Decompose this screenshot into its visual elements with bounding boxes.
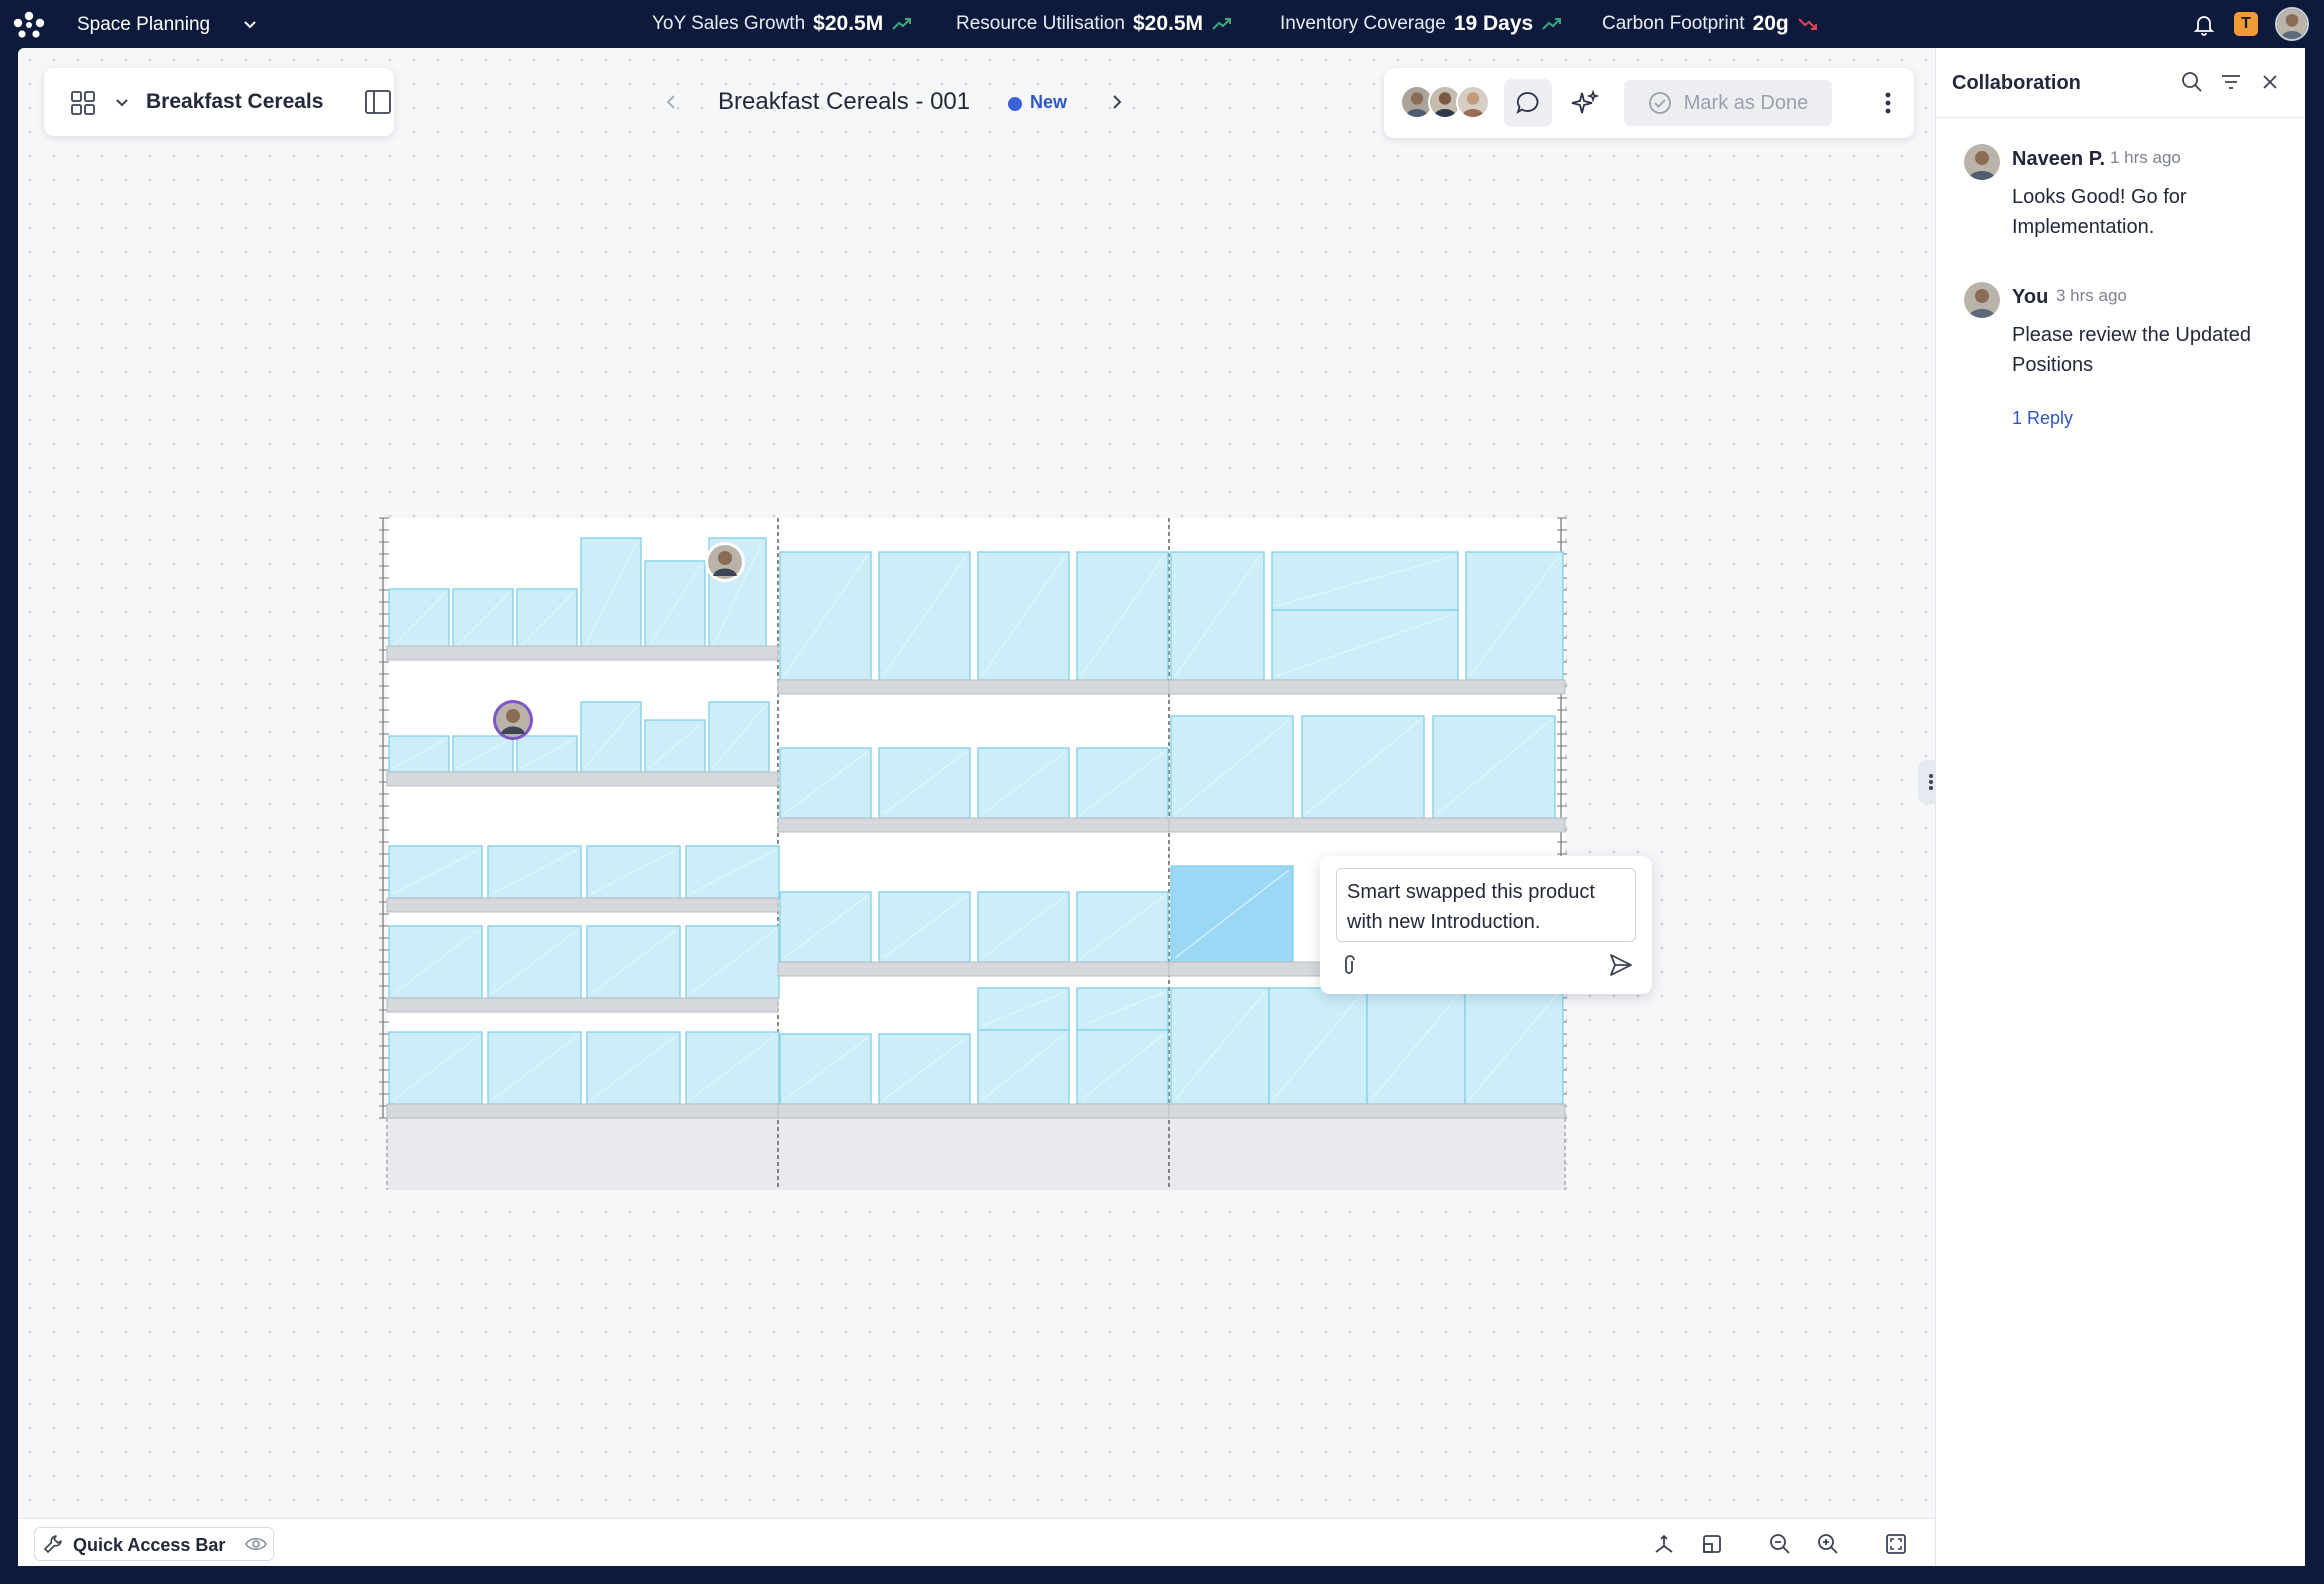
frame-icon[interactable] <box>1700 1532 1724 1556</box>
status-badge: New <box>1030 92 1068 112</box>
category-title[interactable]: Breakfast Cereals <box>146 90 323 114</box>
zoom-out-icon[interactable] <box>1768 1532 1792 1556</box>
comment-body: Please review the Updated Positions <box>2012 324 2252 376</box>
comment-input[interactable]: Smart swapped this product with new Intr… <box>1336 868 1636 942</box>
planogram-fixture[interactable] <box>373 466 1598 1196</box>
kpi-label: Resource Utilisation <box>956 13 1125 34</box>
document-title: Breakfast Cereals - 001 <box>718 88 971 115</box>
kpi-resource-utilisation: Resource Utilisation $20.5M <box>956 12 1233 36</box>
comment-author: You <box>2012 286 2049 308</box>
trend-up-icon <box>892 18 912 30</box>
shelf <box>386 1103 779 1119</box>
reply-link[interactable]: 1 Reply <box>2012 408 2073 429</box>
category-card: Breakfast Cereals <box>44 68 394 136</box>
send-icon[interactable] <box>1608 952 1634 978</box>
quick-access-bar-label: Quick Access Bar <box>73 1535 226 1555</box>
mark-as-done-label: Mark as Done <box>1683 91 1809 114</box>
close-icon[interactable] <box>2258 70 2282 94</box>
app-logo-icon[interactable] <box>12 10 46 38</box>
collaboration-header: Collaboration <box>1936 48 2306 118</box>
shelf <box>777 679 1170 695</box>
bottom-toolbar: Quick Access Bar <box>18 1518 1935 1566</box>
avatar-face <box>506 709 520 723</box>
more-options-icon[interactable] <box>1874 88 1902 118</box>
kpi-label: Inventory Coverage <box>1280 13 1446 34</box>
actions-card: Mark as Done <box>1384 68 1914 138</box>
avatar <box>1964 282 2000 318</box>
kpi-value: 20g <box>1752 12 1789 35</box>
kpi-carbon-footprint: Carbon Footprint 20g <box>1602 12 1819 36</box>
planogram-canvas[interactable]: Breakfast Cereals Breakfast Cereals - 00… <box>18 48 1935 1566</box>
tenant-badge[interactable]: T <box>2234 12 2258 36</box>
comment-icon <box>1516 92 1539 115</box>
shelf <box>1168 679 1566 695</box>
shelf <box>386 897 779 913</box>
comment-author: Naveen P. <box>2012 148 2106 170</box>
comment-popover: Smart swapped this product with new Intr… <box>1320 856 1652 994</box>
kpi-inventory-coverage: Inventory Coverage 19 Days <box>1280 12 1563 36</box>
trend-up-icon <box>1542 18 1562 30</box>
panel-title: Collaboration <box>1952 72 2081 94</box>
chevron-right-icon[interactable] <box>1106 92 1126 112</box>
search-icon[interactable] <box>2180 70 2204 94</box>
comment-time: 3 hrs ago <box>2056 286 2127 305</box>
bell-icon[interactable] <box>2192 12 2216 36</box>
share-nodes-icon[interactable] <box>1652 1532 1676 1556</box>
window-edge <box>2305 48 2324 1584</box>
quick-access-bar-button[interactable]: Quick Access Bar <box>34 1527 274 1561</box>
avatar <box>1456 85 1490 119</box>
chevron-down-icon[interactable] <box>112 92 132 112</box>
document-nav: Breakfast Cereals - 001 New <box>662 86 1142 122</box>
zoom-in-icon[interactable] <box>1816 1532 1840 1556</box>
fit-screen-icon[interactable] <box>1884 1532 1908 1556</box>
user-avatar[interactable] <box>2275 7 2309 41</box>
comment-time: 1 hrs ago <box>2110 148 2181 167</box>
grid-icon[interactable] <box>70 90 96 116</box>
filter-icon[interactable] <box>2219 70 2243 94</box>
kpi-yoy-sales-growth: YoY Sales Growth $20.5M <box>652 12 913 36</box>
kpi-label: YoY Sales Growth <box>652 13 806 34</box>
wrench-icon <box>44 1535 62 1553</box>
shelf <box>1168 1103 1566 1119</box>
shelf <box>386 771 779 787</box>
eye-icon[interactable] <box>245 1535 267 1553</box>
top-bar: Space Planning YoY Sales Growth $20.5M R… <box>0 0 2324 48</box>
shelf <box>1168 817 1566 833</box>
comment-body: Looks Good! Go for Implementation. <box>2012 186 2187 238</box>
mark-as-done-button[interactable]: Mark as Done <box>1624 80 1832 126</box>
kpi-value: $20.5M <box>813 12 884 35</box>
shelf <box>777 1103 1170 1119</box>
shelf <box>386 645 779 661</box>
paperclip-icon[interactable] <box>1338 954 1360 978</box>
status-dot <box>1008 97 1022 111</box>
collaboration-panel: Collaboration Naveen P. 1 hrs ago Looks … <box>1935 48 2306 1566</box>
check-circle-icon <box>1648 92 1671 114</box>
avatar <box>1964 144 2000 180</box>
ai-sparkle-icon[interactable] <box>1570 89 1600 119</box>
chevron-down-icon[interactable] <box>240 14 260 34</box>
collaborator-avatars[interactable] <box>1400 85 1496 121</box>
window-edge <box>0 1566 2324 1584</box>
sidebar-toggle-icon[interactable] <box>364 88 392 116</box>
shelf <box>777 961 1170 977</box>
kpi-value: $20.5M <box>1132 12 1204 35</box>
avatar-face <box>718 551 732 565</box>
shelf <box>777 817 1170 833</box>
trend-up-icon <box>1212 18 1232 30</box>
trend-down-icon <box>1798 18 1817 30</box>
chevron-left-icon[interactable] <box>662 92 682 112</box>
kpi-label: Carbon Footprint <box>1602 13 1745 34</box>
kpi-value: 19 Days <box>1453 12 1534 35</box>
app-title[interactable]: Space Planning <box>77 14 210 36</box>
fixture-base <box>387 1118 1565 1190</box>
comments-button[interactable] <box>1504 79 1552 127</box>
shelf <box>386 997 779 1013</box>
